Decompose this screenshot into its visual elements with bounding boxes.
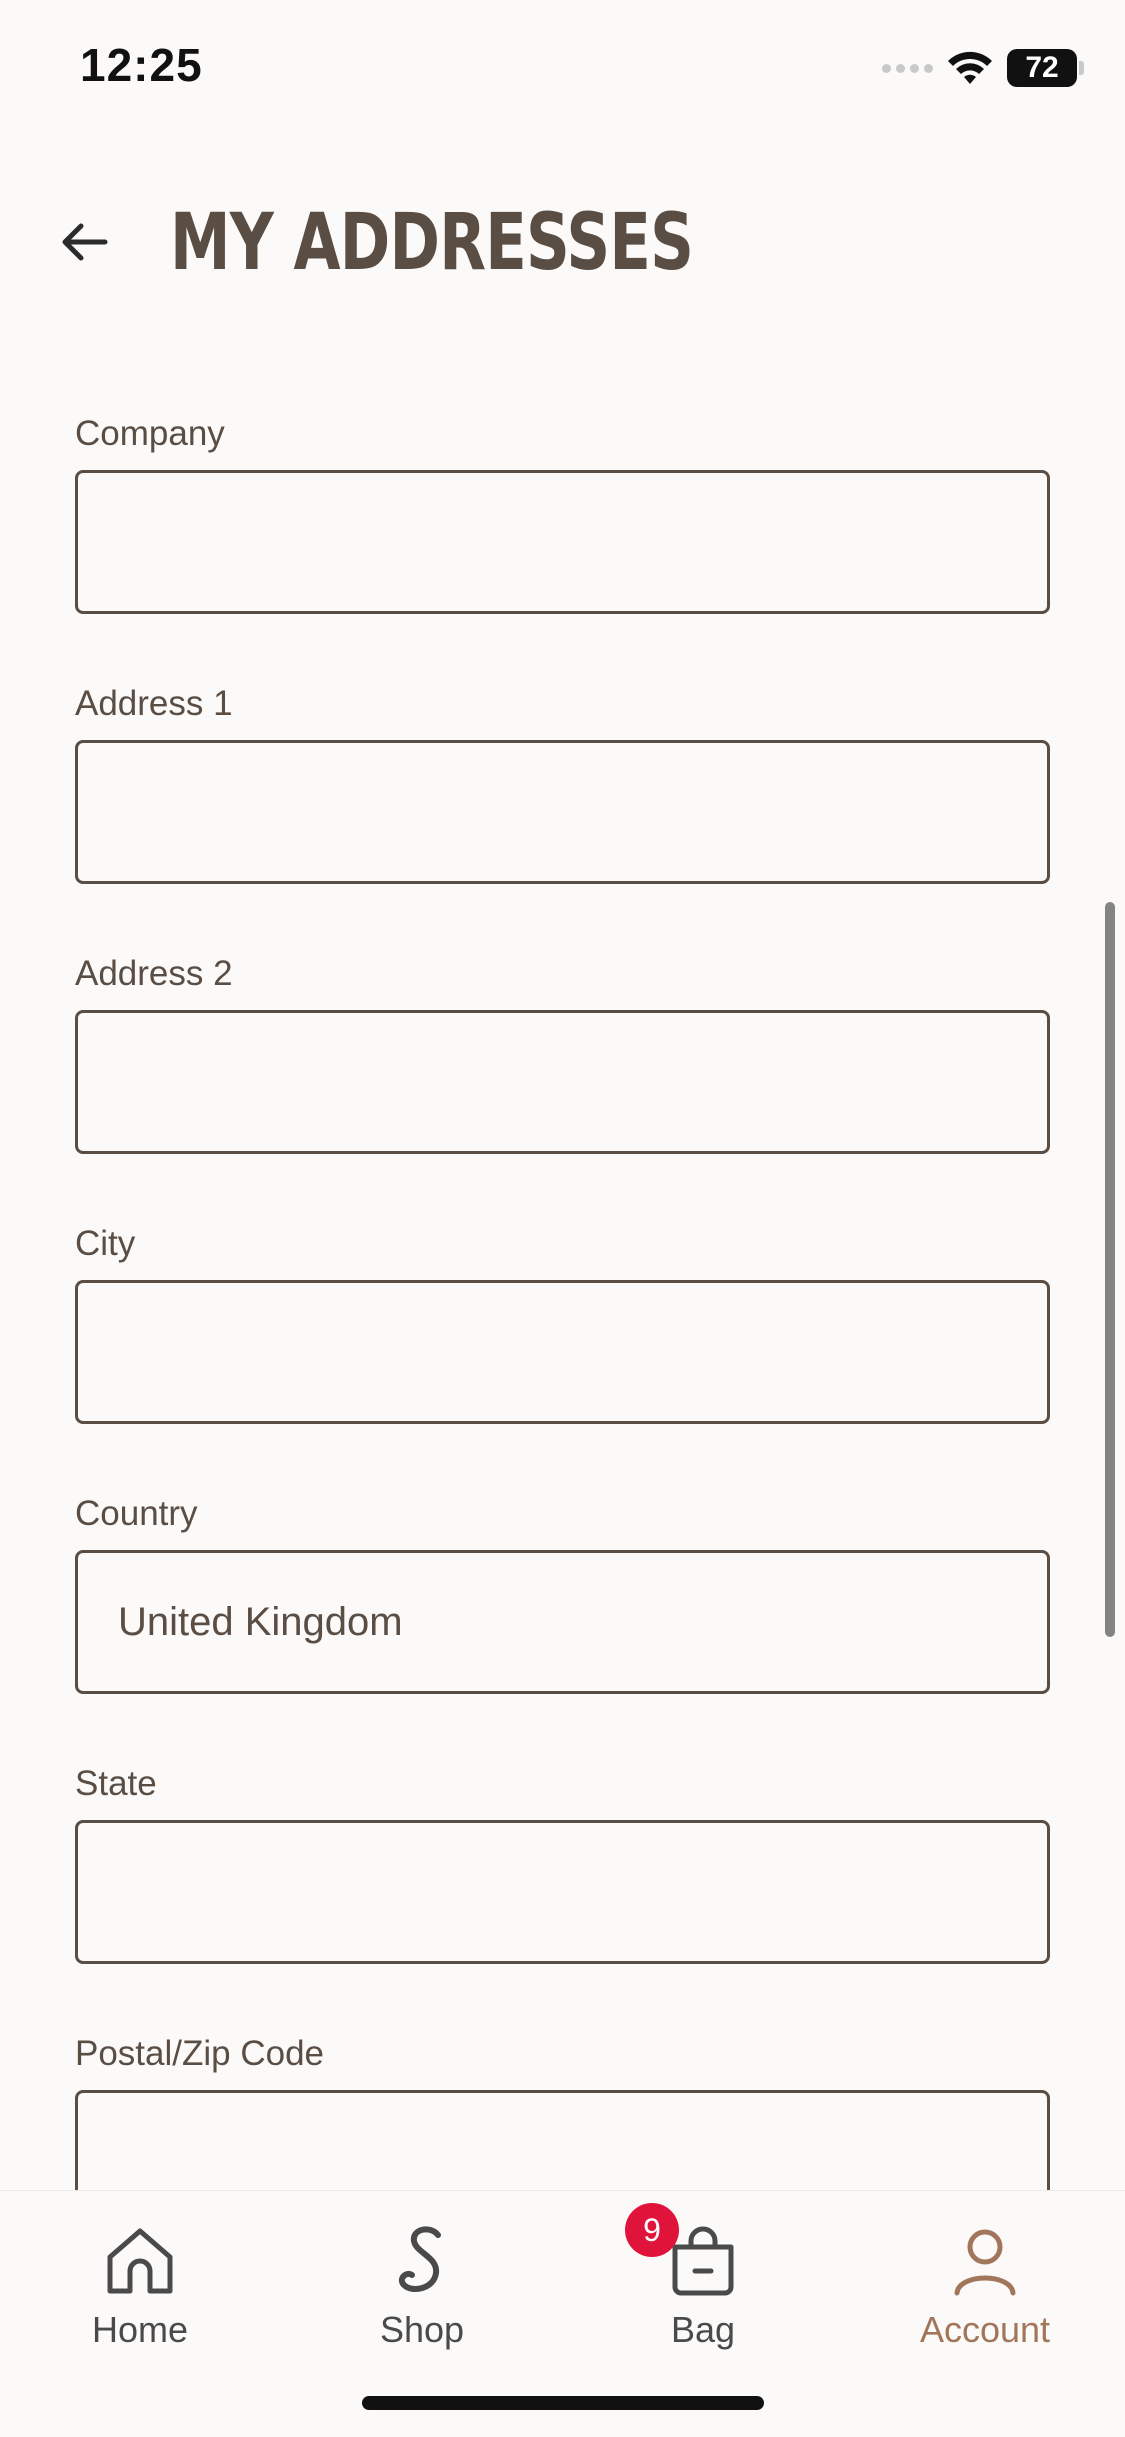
- page-title: MY ADDRESSES: [170, 198, 694, 288]
- tab-home-label: Home: [91, 2309, 189, 2350]
- battery-level: 72: [1025, 51, 1059, 84]
- state-input[interactable]: [75, 1820, 1050, 1964]
- address-2-field: Address 2: [75, 950, 1050, 1154]
- shop-icon: [398, 2226, 441, 2292]
- scrollbar[interactable]: [1105, 902, 1115, 1637]
- state-field: State: [75, 1760, 1050, 1964]
- tab-shop[interactable]: Shop: [322, 2221, 522, 2371]
- account-icon: [954, 2229, 1016, 2296]
- battery-icon: 72: [1007, 49, 1084, 87]
- arrow-left-icon: [62, 223, 108, 261]
- company-field: Company: [75, 410, 1050, 614]
- bag-icon-wrap: 9: [625, 2203, 743, 2301]
- tab-account-label: Account: [919, 2309, 1051, 2350]
- city-label: City: [75, 1224, 136, 1263]
- city-input[interactable]: [75, 1280, 1050, 1424]
- address-2-label: Address 2: [75, 954, 233, 993]
- tab-home[interactable]: Home: [40, 2221, 240, 2371]
- cellular-signal-icon: [882, 63, 933, 73]
- status-bar: 12:25 72: [0, 0, 1125, 140]
- address-2-input[interactable]: [75, 1010, 1050, 1154]
- page-header: MY ADDRESSES: [0, 180, 1125, 300]
- tab-bag-label: Bag: [670, 2309, 736, 2350]
- bag-count-badge: 9: [625, 2203, 679, 2257]
- status-time: 12:25: [80, 39, 203, 91]
- tab-bag[interactable]: 9 Bag: [603, 2203, 803, 2371]
- tab-shop-label: Shop: [379, 2309, 465, 2350]
- wifi-icon: [948, 51, 992, 84]
- address-1-field: Address 1: [75, 680, 1050, 884]
- address-1-input[interactable]: [75, 740, 1050, 884]
- company-input[interactable]: [75, 470, 1050, 614]
- state-label: State: [75, 1764, 157, 1803]
- tab-account[interactable]: Account: [885, 2221, 1085, 2371]
- city-field: City: [75, 1220, 1050, 1424]
- postal-code-label: Postal/Zip Code: [75, 2034, 325, 2073]
- country-field: Country: [75, 1490, 1050, 1694]
- home-indicator[interactable]: [362, 2396, 764, 2410]
- country-input[interactable]: [75, 1550, 1050, 1694]
- home-icon: [107, 2228, 173, 2294]
- address-1-label: Address 1: [75, 684, 233, 723]
- status-icons: 72: [882, 46, 1084, 90]
- country-label: Country: [75, 1494, 198, 1533]
- back-button[interactable]: [52, 210, 116, 274]
- company-label: Company: [75, 414, 225, 453]
